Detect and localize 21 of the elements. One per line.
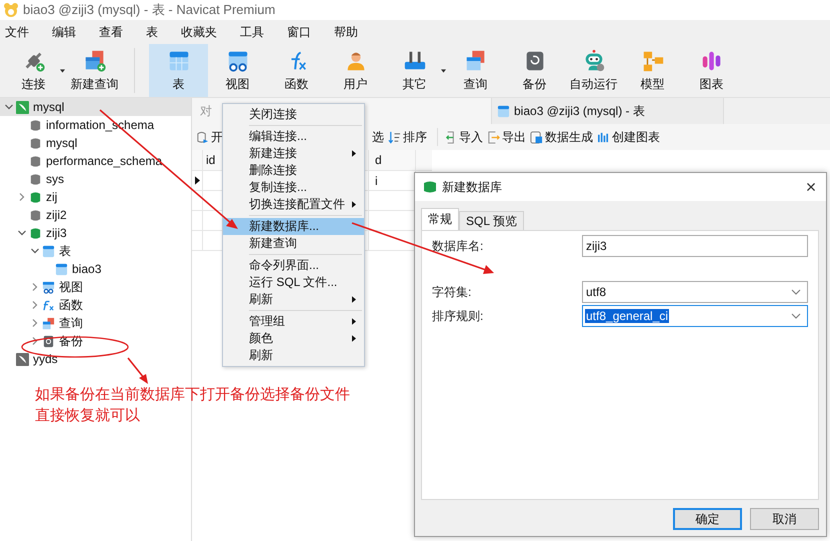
field-label: 排序规则: [432, 308, 484, 324]
field-label: 字符集: [432, 284, 472, 300]
tree-label: 函数 [59, 296, 83, 314]
tree-label: sys [46, 172, 64, 186]
tree-label: mysql [46, 136, 78, 150]
tree-label: biao3 [72, 262, 102, 276]
annotation-text: 如果备份在当前数据库下打开备份选择备份文件 [35, 385, 350, 405]
tree-label: 视图 [59, 278, 83, 296]
tree-label: mysql [33, 100, 64, 114]
tree-label: yyds [33, 352, 58, 366]
window-title: biao3 @ziji3 (mysql) - 表 - Navicat Premium [23, 1, 276, 19]
tab-label: 对 [200, 102, 212, 120]
tree-label: ziji3 [46, 226, 67, 240]
tree-label: 查询 [59, 314, 83, 332]
annotation-text: 直接恢复就可以 [35, 406, 141, 426]
tab-label: biao3 @ziji3 (mysql) - 表 [514, 102, 645, 120]
tree-label: zij [46, 190, 58, 204]
tree-label: 表 [59, 242, 71, 260]
dialog-title: 新建数据库 [442, 178, 503, 196]
tree-label: ziji2 [46, 208, 67, 222]
field-label: 数据库名: [432, 238, 484, 254]
